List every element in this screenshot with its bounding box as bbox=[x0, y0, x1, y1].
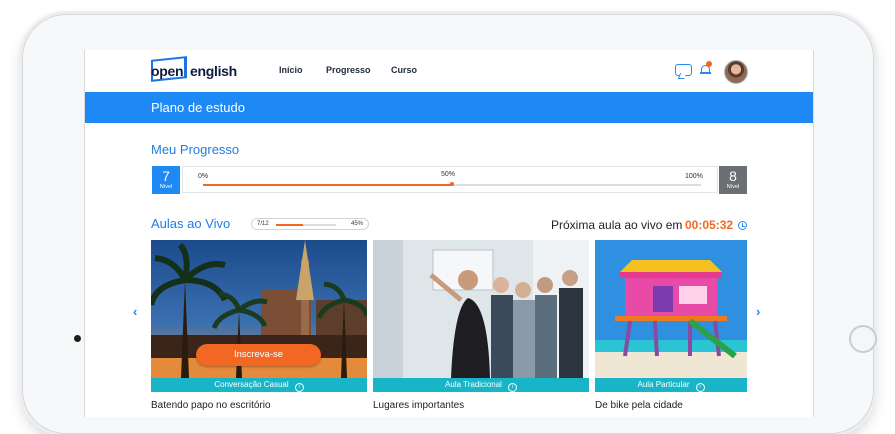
nav-curso[interactable]: Curso bbox=[391, 65, 417, 75]
page-title: Plano de estudo bbox=[151, 100, 245, 115]
notification-badge bbox=[706, 61, 712, 67]
class-title: Lugares importantes bbox=[373, 400, 465, 411]
progress-fill bbox=[203, 184, 452, 186]
page-header: Plano de estudo bbox=[85, 92, 813, 123]
nav-progresso[interactable]: Progresso bbox=[326, 65, 371, 75]
nav-inicio[interactable]: Início bbox=[279, 65, 303, 75]
lifeguard-tower-image bbox=[595, 240, 747, 378]
info-icon[interactable]: i bbox=[294, 383, 304, 392]
progress-marker bbox=[450, 182, 454, 186]
app-screen: open english Início Progresso Curso Plan… bbox=[84, 50, 814, 417]
info-icon[interactable]: i bbox=[695, 383, 705, 392]
class-title: Batendo papo no escritório bbox=[151, 400, 271, 411]
info-icon[interactable]: i bbox=[507, 383, 517, 392]
live-section-title: Aulas ao Vivo bbox=[151, 216, 231, 231]
next-class-timer: 00:05:32 bbox=[685, 218, 734, 232]
home-button[interactable] bbox=[849, 325, 877, 353]
progress-bar bbox=[203, 182, 701, 186]
live-progress-fill bbox=[276, 224, 303, 226]
progress-track: 0% 50% 100% bbox=[182, 166, 718, 193]
next-level-badge: 8 Nível bbox=[719, 166, 747, 194]
progress-start-label: 0% bbox=[198, 173, 209, 180]
next-class-label: Próxima aula ao vivo em bbox=[551, 218, 683, 232]
chevron-left-icon[interactable]: ‹ bbox=[133, 304, 137, 319]
live-count: 7/12 bbox=[257, 221, 269, 227]
live-progress-bar bbox=[276, 224, 336, 226]
current-level-badge: 7 Nível bbox=[152, 166, 180, 194]
subscribe-button[interactable]: Inscreva-se bbox=[196, 344, 321, 366]
camera-icon bbox=[74, 335, 81, 342]
class-type-tag: Aula Tradicional i bbox=[373, 378, 589, 392]
bell-icon[interactable] bbox=[700, 61, 712, 76]
class-card-2[interactable]: Aula Tradicional i Lugares importantes bbox=[373, 240, 589, 417]
class-type-tag: Conversação Casual i bbox=[151, 378, 367, 392]
progress-mid-label: 50% bbox=[441, 171, 456, 178]
chevron-right-icon[interactable]: › bbox=[756, 304, 760, 319]
live-percent: 45% bbox=[351, 221, 364, 227]
class-card-1[interactable]: Inscreva-se Conversação Casual i Batendo … bbox=[151, 240, 367, 417]
live-progress-pill: 7/12 45% bbox=[251, 218, 369, 230]
progress-section-title: Meu Progresso bbox=[151, 142, 240, 157]
office-meeting-image bbox=[373, 240, 589, 378]
top-navigation: open english Início Progresso Curso bbox=[85, 50, 813, 92]
clock-icon bbox=[738, 221, 747, 230]
progress-end-label: 100% bbox=[685, 173, 703, 180]
class-type-tag: Aula Particular i bbox=[595, 378, 747, 392]
avatar[interactable] bbox=[724, 60, 748, 84]
class-title: De bike pela cidade bbox=[595, 400, 683, 411]
class-card-3[interactable]: Aula Particular i De bike pela cidade bbox=[595, 240, 747, 417]
chat-icon[interactable] bbox=[675, 64, 692, 76]
